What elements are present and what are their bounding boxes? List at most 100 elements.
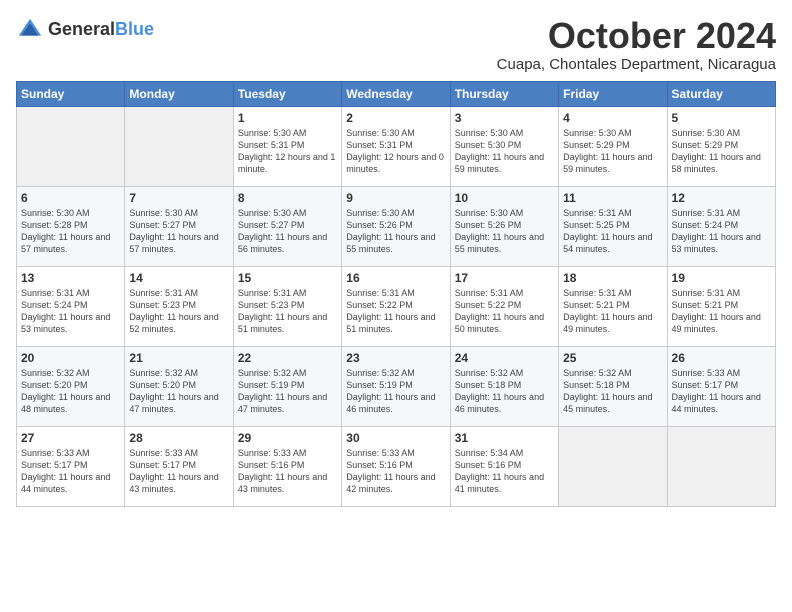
- calendar-cell: 23 Sunrise: 5:32 AM Sunset: 5:19 PM Dayli…: [342, 346, 450, 426]
- calendar-cell: 27 Sunrise: 5:33 AM Sunset: 5:17 PM Dayli…: [17, 426, 125, 506]
- calendar-cell: 17 Sunrise: 5:31 AM Sunset: 5:22 PM Dayli…: [450, 266, 558, 346]
- calendar-cell: 15Sunrise: 5:31 AM Sunset: 5:23 PM Dayli…: [233, 266, 341, 346]
- day-number: 18: [563, 271, 662, 285]
- day-info: Sunrise: 5:32 AM Sunset: 5:18 PM Dayligh…: [455, 367, 554, 416]
- calendar-cell: 13 Sunrise: 5:31 AM Sunset: 5:24 PM Dayli…: [17, 266, 125, 346]
- day-number: 6: [21, 191, 120, 205]
- day-number: 28: [129, 431, 228, 445]
- day-info: Sunrise: 5:30 AM Sunset: 5:26 PM Dayligh…: [346, 207, 445, 256]
- calendar-cell: 6 Sunrise: 5:30 AM Sunset: 5:28 PM Daylig…: [17, 186, 125, 266]
- day-info: Sunrise: 5:34 AM Sunset: 5:16 PM Dayligh…: [455, 447, 554, 496]
- week-row-1: 1 Sunrise: 5:30 AM Sunset: 5:31 PM Daylig…: [17, 106, 776, 186]
- calendar-cell: 19Sunrise: 5:31 AM Sunset: 5:21 PM Dayli…: [667, 266, 775, 346]
- header-row: SundayMondayTuesdayWednesdayThursdayFrid…: [17, 81, 776, 106]
- day-number: 30: [346, 431, 445, 445]
- day-info: Sunrise: 5:31 AM Sunset: 5:22 PM Dayligh…: [346, 287, 445, 336]
- day-number: 8: [238, 191, 337, 205]
- day-number: 16: [346, 271, 445, 285]
- day-info: Sunrise: 5:33 AM Sunset: 5:17 PM Dayligh…: [129, 447, 228, 496]
- day-number: 4: [563, 111, 662, 125]
- day-info: Sunrise: 5:33 AM Sunset: 5:16 PM Dayligh…: [238, 447, 337, 496]
- calendar-cell: 3 Sunrise: 5:30 AM Sunset: 5:30 PM Daylig…: [450, 106, 558, 186]
- day-info: Sunrise: 5:31 AM Sunset: 5:22 PM Dayligh…: [455, 287, 554, 336]
- day-number: 14: [129, 271, 228, 285]
- day-info: Sunrise: 5:30 AM Sunset: 5:27 PM Dayligh…: [238, 207, 337, 256]
- day-info: Sunrise: 5:32 AM Sunset: 5:19 PM Dayligh…: [346, 367, 445, 416]
- calendar-cell: 9 Sunrise: 5:30 AM Sunset: 5:26 PM Daylig…: [342, 186, 450, 266]
- day-info: Sunrise: 5:30 AM Sunset: 5:29 PM Dayligh…: [563, 127, 662, 176]
- day-info: Sunrise: 5:30 AM Sunset: 5:30 PM Dayligh…: [455, 127, 554, 176]
- week-row-5: 27 Sunrise: 5:33 AM Sunset: 5:17 PM Dayli…: [17, 426, 776, 506]
- calendar-cell: [125, 106, 233, 186]
- week-row-3: 13 Sunrise: 5:31 AM Sunset: 5:24 PM Dayli…: [17, 266, 776, 346]
- calendar-cell: 22Sunrise: 5:32 AM Sunset: 5:19 PM Dayli…: [233, 346, 341, 426]
- header-monday: Monday: [125, 81, 233, 106]
- logo: GeneralBlue: [16, 16, 154, 44]
- location-subtitle: Cuapa, Chontales Department, Nicaragua: [497, 56, 776, 73]
- day-info: Sunrise: 5:33 AM Sunset: 5:17 PM Dayligh…: [21, 447, 120, 496]
- day-number: 29: [238, 431, 337, 445]
- day-info: Sunrise: 5:32 AM Sunset: 5:19 PM Dayligh…: [238, 367, 337, 416]
- day-info: Sunrise: 5:30 AM Sunset: 5:29 PM Dayligh…: [672, 127, 771, 176]
- calendar-cell: 14 Sunrise: 5:31 AM Sunset: 5:23 PM Dayli…: [125, 266, 233, 346]
- calendar-cell: 16 Sunrise: 5:31 AM Sunset: 5:22 PM Dayli…: [342, 266, 450, 346]
- week-row-2: 6 Sunrise: 5:30 AM Sunset: 5:28 PM Daylig…: [17, 186, 776, 266]
- calendar-cell: 21 Sunrise: 5:32 AM Sunset: 5:20 PM Dayli…: [125, 346, 233, 426]
- day-number: 9: [346, 191, 445, 205]
- day-number: 11: [563, 191, 662, 205]
- calendar-cell: [17, 106, 125, 186]
- day-info: Sunrise: 5:33 AM Sunset: 5:16 PM Dayligh…: [346, 447, 445, 496]
- month-title: October 2024: [497, 16, 776, 56]
- calendar-cell: 8 Sunrise: 5:30 AM Sunset: 5:27 PM Daylig…: [233, 186, 341, 266]
- day-info: Sunrise: 5:32 AM Sunset: 5:20 PM Dayligh…: [21, 367, 120, 416]
- calendar-cell: 5Sunrise: 5:30 AM Sunset: 5:29 PM Daylig…: [667, 106, 775, 186]
- day-number: 31: [455, 431, 554, 445]
- day-info: Sunrise: 5:31 AM Sunset: 5:23 PM Dayligh…: [129, 287, 228, 336]
- day-number: 12: [672, 191, 771, 205]
- day-info: Sunrise: 5:30 AM Sunset: 5:26 PM Dayligh…: [455, 207, 554, 256]
- day-number: 25: [563, 351, 662, 365]
- day-info: Sunrise: 5:31 AM Sunset: 5:24 PM Dayligh…: [21, 287, 120, 336]
- day-number: 23: [346, 351, 445, 365]
- calendar-cell: 4 Sunrise: 5:30 AM Sunset: 5:29 PM Daylig…: [559, 106, 667, 186]
- calendar-cell: 18 Sunrise: 5:31 AM Sunset: 5:21 PM Dayli…: [559, 266, 667, 346]
- header-thursday: Thursday: [450, 81, 558, 106]
- calendar-cell: 30 Sunrise: 5:33 AM Sunset: 5:16 PM Dayli…: [342, 426, 450, 506]
- day-info: Sunrise: 5:32 AM Sunset: 5:18 PM Dayligh…: [563, 367, 662, 416]
- header-tuesday: Tuesday: [233, 81, 341, 106]
- day-number: 2: [346, 111, 445, 125]
- calendar-cell: 29 Sunrise: 5:33 AM Sunset: 5:16 PM Dayli…: [233, 426, 341, 506]
- day-info: Sunrise: 5:32 AM Sunset: 5:20 PM Dayligh…: [129, 367, 228, 416]
- day-number: 17: [455, 271, 554, 285]
- day-number: 1: [238, 111, 337, 125]
- day-number: 20: [21, 351, 120, 365]
- day-number: 3: [455, 111, 554, 125]
- calendar-cell: 10 Sunrise: 5:30 AM Sunset: 5:26 PM Dayli…: [450, 186, 558, 266]
- day-number: 24: [455, 351, 554, 365]
- header-wednesday: Wednesday: [342, 81, 450, 106]
- calendar-cell: 12Sunrise: 5:31 AM Sunset: 5:24 PM Dayli…: [667, 186, 775, 266]
- day-number: 26: [672, 351, 771, 365]
- day-number: 21: [129, 351, 228, 365]
- calendar-cell: 24 Sunrise: 5:32 AM Sunset: 5:18 PM Dayli…: [450, 346, 558, 426]
- day-number: 13: [21, 271, 120, 285]
- day-number: 15: [238, 271, 337, 285]
- day-info: Sunrise: 5:30 AM Sunset: 5:31 PM Dayligh…: [346, 127, 445, 176]
- day-info: Sunrise: 5:31 AM Sunset: 5:25 PM Dayligh…: [563, 207, 662, 256]
- day-info: Sunrise: 5:30 AM Sunset: 5:31 PM Dayligh…: [238, 127, 337, 176]
- header-friday: Friday: [559, 81, 667, 106]
- logo-general: GeneralBlue: [48, 20, 154, 40]
- calendar-cell: 20 Sunrise: 5:32 AM Sunset: 5:20 PM Dayli…: [17, 346, 125, 426]
- day-info: Sunrise: 5:31 AM Sunset: 5:21 PM Dayligh…: [563, 287, 662, 336]
- calendar-cell: 11 Sunrise: 5:31 AM Sunset: 5:25 PM Dayli…: [559, 186, 667, 266]
- logo-icon: [16, 16, 44, 44]
- day-number: 27: [21, 431, 120, 445]
- title-area: October 2024 Cuapa, Chontales Department…: [497, 16, 776, 73]
- day-info: Sunrise: 5:31 AM Sunset: 5:21 PM Dayligh…: [672, 287, 771, 336]
- day-number: 10: [455, 191, 554, 205]
- header-sunday: Sunday: [17, 81, 125, 106]
- week-row-4: 20 Sunrise: 5:32 AM Sunset: 5:20 PM Dayli…: [17, 346, 776, 426]
- calendar-cell: [559, 426, 667, 506]
- day-info: Sunrise: 5:30 AM Sunset: 5:28 PM Dayligh…: [21, 207, 120, 256]
- calendar-cell: 1 Sunrise: 5:30 AM Sunset: 5:31 PM Daylig…: [233, 106, 341, 186]
